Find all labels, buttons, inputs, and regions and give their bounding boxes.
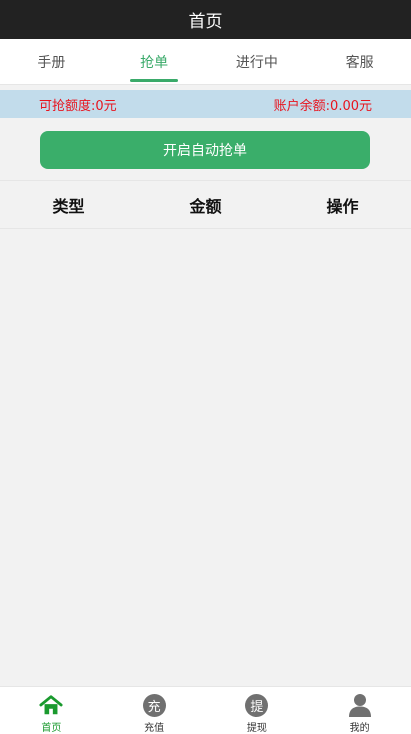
tab-manual-label: 手册 xyxy=(37,54,66,71)
tab-grab-order-label: 抢单 xyxy=(140,54,169,71)
grab-quota-text: 可抢额度:0元 xyxy=(39,98,117,114)
home-icon xyxy=(39,693,63,717)
table-header: 类型 金额 操作 xyxy=(0,180,411,229)
tab-bar: 手册 抢单 进行中 客服 xyxy=(0,39,411,85)
withdraw-glyph: 提 xyxy=(245,693,269,717)
nav-item-home[interactable]: 首页 xyxy=(0,687,103,734)
tab-grab-order[interactable]: 抢单 xyxy=(103,39,206,84)
title-bar: 首页 xyxy=(0,0,411,39)
account-balance-text: 账户余额:0.00元 xyxy=(273,98,372,114)
withdraw-icon: 提 xyxy=(245,693,269,717)
column-header-amount: 金额 xyxy=(189,196,222,216)
user-icon xyxy=(348,693,372,717)
tab-customer-service-label: 客服 xyxy=(345,54,374,71)
nav-label-withdraw: 提现 xyxy=(246,723,267,734)
tab-customer-service[interactable]: 客服 xyxy=(308,39,411,84)
auto-grab-button[interactable]: 开启自动抢单 xyxy=(40,131,370,169)
nav-item-mine[interactable]: 我的 xyxy=(308,687,411,734)
recharge-icon: 充 xyxy=(142,693,166,717)
nav-label-home: 首页 xyxy=(41,723,62,734)
nav-item-withdraw[interactable]: 提 提现 xyxy=(206,687,309,734)
nav-label-mine: 我的 xyxy=(349,723,370,734)
tab-in-progress-label: 进行中 xyxy=(235,54,278,71)
recharge-glyph: 充 xyxy=(142,693,166,717)
page-title: 首页 xyxy=(188,12,223,32)
nav-item-recharge[interactable]: 充 充值 xyxy=(103,687,206,734)
app-root: 首页 手册 抢单 进行中 客服 可抢额度:0元 账户余额:0.00元 开启自动抢… xyxy=(0,0,411,734)
bottom-nav: 首页 充 充值 提 提现 我的 xyxy=(0,686,411,734)
column-header-action: 操作 xyxy=(326,196,359,216)
nav-label-recharge: 充值 xyxy=(144,723,165,734)
tab-manual[interactable]: 手册 xyxy=(0,39,103,84)
auto-grab-wrapper: 开启自动抢单 xyxy=(40,131,370,169)
info-strip: 可抢额度:0元 账户余额:0.00元 xyxy=(0,90,411,118)
column-header-type: 类型 xyxy=(52,196,85,216)
tab-in-progress[interactable]: 进行中 xyxy=(206,39,309,84)
